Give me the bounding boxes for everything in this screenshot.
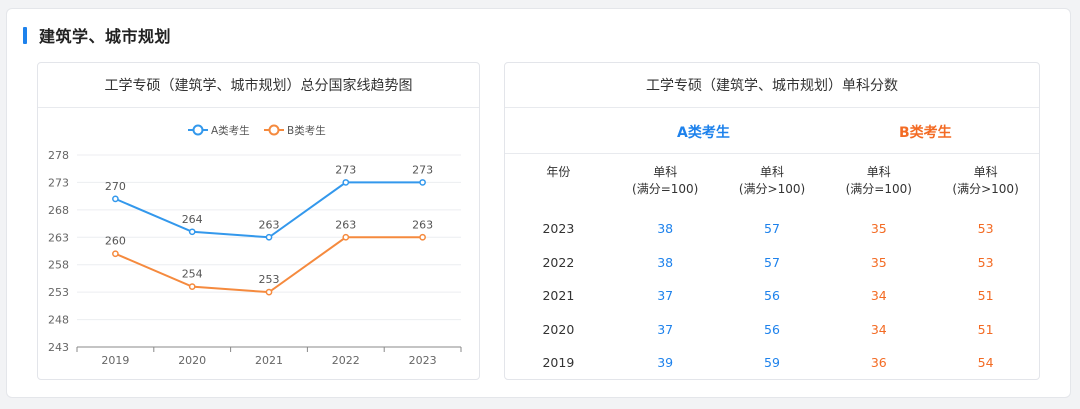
data-point xyxy=(342,233,350,241)
score-cell: 38 xyxy=(657,254,674,270)
x-tick-label: 2022 xyxy=(332,354,360,367)
score-cell: 39 xyxy=(657,355,674,371)
header-subject: 单科 (满分=100) xyxy=(612,154,719,212)
x-tick-label: 2020 xyxy=(178,354,206,367)
score-cell: 59 xyxy=(764,355,780,371)
title-accent-bar xyxy=(23,26,27,44)
scores-table: 年份 单科 (满分=100) 单科 (满分>100) 单科 (满分=100) 单科 (满分>10… xyxy=(505,154,1039,380)
data-point xyxy=(419,233,426,241)
score-cell: 53 xyxy=(977,221,994,237)
y-tick-label: 243 xyxy=(48,341,69,354)
table-row: 2022 38 57 35 53 xyxy=(505,246,1039,280)
data-point xyxy=(188,228,196,236)
section-header: 建筑学、城市规划 xyxy=(23,25,172,46)
score-cell: 36 xyxy=(870,355,887,371)
legend-label: A类考生 xyxy=(211,124,250,137)
header-subject-label: 单科 xyxy=(759,165,784,179)
year-cell: 2020 xyxy=(542,321,575,337)
score-cell: 34 xyxy=(870,288,887,304)
score-cell: 54 xyxy=(977,355,994,371)
header-subject: 单科 (满分=100) xyxy=(825,154,932,212)
header-subject-label: 单科 xyxy=(866,165,891,179)
group-b-label: B类考生 xyxy=(899,125,952,141)
trend-chart-card: 工学专硕（建筑学、城市规划）总分国家线趋势图 278 273 268 263 258 25… xyxy=(37,62,480,380)
data-point xyxy=(265,288,273,296)
single-subject-card: 工学专硕（建筑学、城市规划）单科分数 A类考生 B类考生 年份 单科 (满分=100… xyxy=(504,62,1040,380)
data-point xyxy=(188,283,196,291)
year-cell: 2023 xyxy=(542,221,575,237)
data-point xyxy=(112,195,119,203)
y-tick-label: 268 xyxy=(48,204,69,217)
table-row: 2023 38 57 35 53 xyxy=(505,212,1039,246)
table-row: 2019 39 59 36 54 xyxy=(505,346,1039,380)
score-cell: 51 xyxy=(977,288,994,304)
score-cell: 34 xyxy=(870,321,887,337)
data-point xyxy=(419,179,426,186)
header-subject: 单科 (满分>100) xyxy=(932,154,1039,212)
y-tick-label: 273 xyxy=(48,176,69,189)
score-cell: 51 xyxy=(977,321,994,337)
x-tick-label: 2021 xyxy=(255,354,283,367)
score-cell: 35 xyxy=(870,221,887,237)
line-chart: 278 273 268 263 258 253 248 243 2019 2020 2021 2022… xyxy=(48,124,462,367)
y-tick-label: 278 xyxy=(48,149,69,162)
legend-swatch-marker xyxy=(268,124,280,136)
score-cell: 56 xyxy=(764,321,780,337)
data-label: 253 xyxy=(259,273,280,286)
score-cell: 53 xyxy=(977,254,994,270)
data-label: 273 xyxy=(335,163,356,176)
header-max-score: (满分=100) xyxy=(632,182,699,196)
score-cell: 57 xyxy=(764,221,780,237)
x-tick-label: 2023 xyxy=(409,354,437,367)
legend-label: B类考生 xyxy=(287,124,326,137)
score-cell: 57 xyxy=(764,254,780,270)
header-max-score: (满分>100) xyxy=(738,182,806,196)
data-label: 260 xyxy=(105,235,126,248)
header-subject: 单科 (满分>100) xyxy=(719,154,826,212)
data-label: 273 xyxy=(412,163,433,176)
data-label: 263 xyxy=(259,218,280,231)
data-label: 264 xyxy=(182,213,203,226)
table-card-title: 工学专硕（建筑学、城市规划）单科分数 xyxy=(505,63,1039,108)
legend-swatch-marker xyxy=(192,124,204,136)
header-max-score: (满分=100) xyxy=(845,182,912,196)
header-subject-label: 单科 xyxy=(653,165,678,179)
x-tick-label: 2019 xyxy=(101,354,129,367)
data-label: 270 xyxy=(105,180,126,193)
score-cell: 56 xyxy=(764,288,780,304)
y-tick-label: 248 xyxy=(48,314,69,327)
table-body: 2023 38 57 35 53 2022 38 57 35 53 2021 37 56 34 51 2020… xyxy=(505,212,1039,380)
data-point xyxy=(342,179,350,186)
table-header-row: 年份 单科 (满分=100) 单科 (满分>100) 单科 (满分=100) 单科 (满分>10… xyxy=(505,154,1039,212)
data-point xyxy=(112,250,119,258)
y-tick-label: 263 xyxy=(48,231,69,244)
group-a-label: A类考生 xyxy=(677,125,730,141)
main-panel: 建筑学、城市规划 工学专硕（建筑学、城市规划）总分国家线趋势图 278 273 26… xyxy=(6,8,1071,398)
table-row: 2021 37 56 34 51 xyxy=(505,279,1039,313)
table-row: 2020 37 56 34 51 xyxy=(505,313,1039,347)
score-cell: 38 xyxy=(657,221,674,237)
data-label: 263 xyxy=(412,218,433,231)
year-cell: 2022 xyxy=(542,254,575,270)
data-point xyxy=(265,233,273,241)
y-tick-label: 253 xyxy=(48,286,69,299)
year-cell: 2021 xyxy=(542,288,575,304)
header-subject-label: 单科 xyxy=(973,165,998,179)
score-cell: 37 xyxy=(657,321,674,337)
year-cell: 2019 xyxy=(542,355,575,371)
data-label: 263 xyxy=(335,218,356,231)
y-tick-label: 258 xyxy=(48,259,69,272)
data-label: 254 xyxy=(182,268,203,281)
header-year: 年份 xyxy=(546,165,571,179)
group-header-row: A类考生 B类考生 xyxy=(505,108,1039,154)
header-max-score: (满分>100) xyxy=(952,182,1019,196)
section-title: 建筑学、城市规划 xyxy=(39,27,172,46)
chart-card-title: 工学专硕（建筑学、城市规划）总分国家线趋势图 xyxy=(38,63,479,108)
score-cell: 35 xyxy=(870,254,887,270)
score-cell: 37 xyxy=(657,288,674,304)
